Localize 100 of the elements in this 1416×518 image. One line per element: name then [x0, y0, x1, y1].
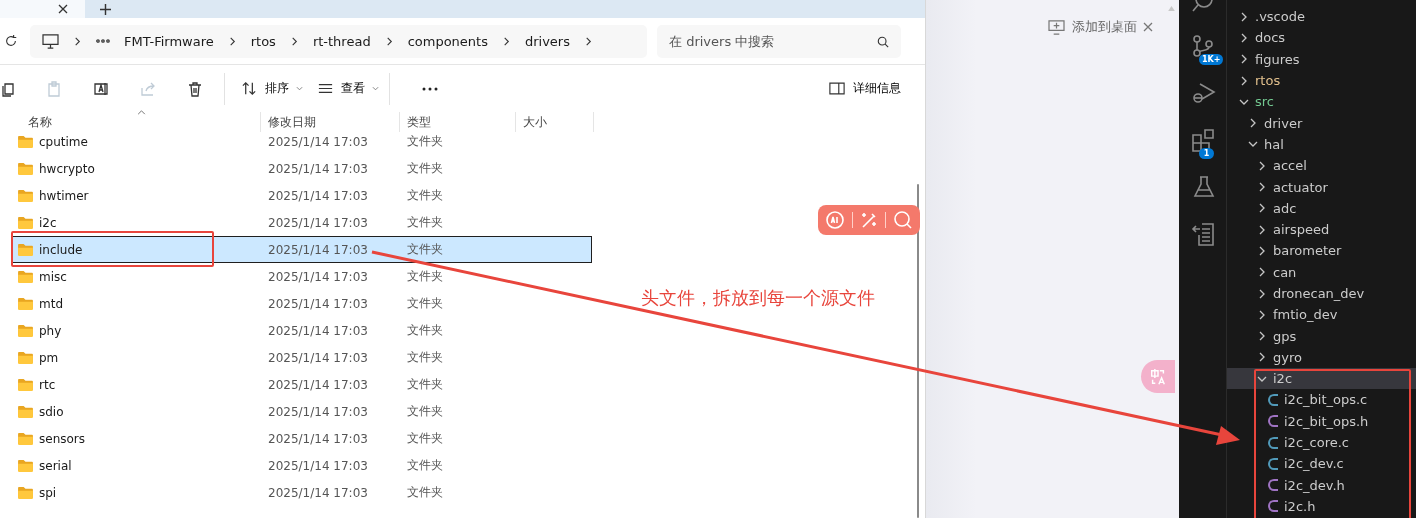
column-header[interactable]: 大小: [516, 112, 594, 132]
file-row[interactable]: pm 2025/1/14 17:03 文件夹: [12, 344, 592, 371]
file-row[interactable]: phy 2025/1/14 17:03 文件夹: [12, 317, 592, 344]
date-cell-text: 2025/1/14 17:03: [267, 242, 369, 257]
monitor-icon[interactable]: [42, 33, 59, 49]
tree-item[interactable]: fmtio_dev: [1227, 304, 1416, 326]
more-icon[interactable]: [96, 39, 110, 43]
file-name: include: [39, 242, 83, 257]
tree-item[interactable]: actuator: [1227, 176, 1416, 198]
chevron-right-icon[interactable]: [1257, 267, 1267, 278]
file-row[interactable]: sensors 2025/1/14 17:03 文件夹: [12, 425, 592, 452]
breadcrumb-item[interactable]: FMT-Firmware: [124, 33, 214, 49]
tree-item[interactable]: gyro: [1227, 346, 1416, 369]
tree-item[interactable]: i2c: [1227, 368, 1416, 390]
source-control-activity-button[interactable]: 1K+: [1179, 22, 1226, 69]
column-header[interactable]: 名称: [12, 112, 261, 132]
breadcrumb-item[interactable]: rt-thread: [312, 33, 371, 49]
chevron-right-icon[interactable]: [1257, 352, 1267, 363]
file-row[interactable]: i2c 2025/1/14 17:03 文件夹: [12, 209, 592, 236]
file-name: phy: [39, 323, 62, 338]
chevron-right-icon[interactable]: [289, 36, 299, 46]
sort-button[interactable]: 排序: [237, 71, 313, 106]
tree-item[interactable]: i2c_dev.c: [1227, 453, 1416, 475]
chevron-right-icon[interactable]: [1257, 182, 1267, 192]
tree-item[interactable]: hal: [1227, 133, 1416, 156]
tree-item[interactable]: figures: [1227, 48, 1416, 70]
chevron-right-icon[interactable]: [501, 36, 511, 46]
breadcrumb-item[interactable]: rtos: [250, 33, 276, 49]
file-row[interactable]: rtc 2025/1/14 17:03 文件夹: [12, 371, 592, 398]
date-cell-text: 2025/1/14 17:03: [267, 134, 369, 149]
tree-item[interactable]: driver: [1227, 112, 1416, 134]
details-button[interactable]: 详细信息: [825, 71, 911, 106]
tree-item[interactable]: gps: [1227, 325, 1416, 347]
plus-icon[interactable]: [100, 3, 111, 15]
tree-item[interactable]: docs: [1227, 27, 1416, 49]
chevron-right-icon[interactable]: [1257, 245, 1267, 256]
chevron-right-icon[interactable]: [1239, 32, 1249, 43]
file-row[interactable]: serial 2025/1/14 17:03 文件夹: [12, 452, 592, 479]
file-row[interactable]: include 2025/1/14 17:03 文件夹: [12, 236, 592, 263]
refresh-icon[interactable]: [4, 34, 18, 48]
file-row[interactable]: hwcrypto 2025/1/14 17:03 文件夹: [12, 155, 592, 182]
chevron-right-icon[interactable]: [1239, 54, 1249, 65]
chat-bubble-icon[interactable]: [825, 210, 846, 230]
chevron-right-icon[interactable]: [1257, 288, 1267, 299]
file-row[interactable]: misc 2025/1/14 17:03 文件夹: [12, 263, 592, 290]
file-row[interactable]: sdio 2025/1/14 17:03 文件夹: [12, 398, 592, 425]
folder-icon: [17, 486, 34, 499]
type-cell-text: 文件夹: [406, 484, 444, 501]
type-cell-text: 文件夹: [406, 268, 444, 285]
column-header[interactable]: 类型: [400, 112, 516, 132]
tree-item[interactable]: i2c_bit_ops.c: [1227, 389, 1416, 411]
tree-item[interactable]: src: [1227, 91, 1416, 113]
tree-item[interactable]: i2c_dev.h: [1227, 474, 1416, 496]
tree-item[interactable]: barometer: [1227, 240, 1416, 262]
caret-icon: [372, 86, 379, 91]
chevron-right-icon[interactable]: [1257, 203, 1267, 214]
tree-item[interactable]: .vscode: [1227, 6, 1416, 28]
view-button[interactable]: 查看: [313, 71, 389, 106]
search-field[interactable]: 在 drivers 中搜索: [657, 24, 901, 58]
extensions-activity-button[interactable]: 1: [1179, 116, 1226, 163]
column-header[interactable]: 修改日期: [261, 112, 400, 132]
chevron-right-icon[interactable]: [1239, 75, 1249, 86]
chevron-right-icon[interactable]: [1257, 160, 1267, 171]
file-name: hwcrypto: [39, 161, 95, 176]
breadcrumb-item[interactable]: drivers: [524, 33, 570, 49]
scrollbar[interactable]: [917, 184, 919, 518]
folder-icon: [17, 378, 34, 391]
chevron-right-icon[interactable]: [1257, 309, 1267, 320]
chevron-right-icon[interactable]: [1257, 224, 1267, 235]
chevron-right-icon[interactable]: [1257, 331, 1267, 342]
tree-item-label: i2c_dev.c: [1284, 456, 1344, 472]
tree-item[interactable]: adc: [1227, 197, 1416, 219]
close-icon[interactable]: [58, 4, 68, 14]
date-cell-text: 2025/1/14 17:03: [267, 161, 369, 176]
add-to-desktop-button[interactable]: 添加到桌面: [1048, 18, 1137, 36]
search-icon[interactable]: [877, 35, 889, 48]
file-row[interactable]: spi 2025/1/14 17:03 文件夹: [12, 479, 592, 506]
date-cell-text: 2025/1/14 17:03: [267, 431, 369, 446]
type-cell-text: 文件夹: [406, 241, 444, 258]
file-name: hwtimer: [39, 188, 89, 203]
chevron-right-icon[interactable]: [1248, 118, 1258, 129]
tree-item[interactable]: i2c_core.c: [1227, 431, 1416, 454]
chevron-right-icon[interactable]: [384, 36, 394, 46]
file-row[interactable]: mtd 2025/1/14 17:03 文件夹: [12, 290, 592, 317]
chevron-right-icon[interactable]: [73, 36, 82, 46]
tree-item[interactable]: accel: [1227, 155, 1416, 177]
tree-item[interactable]: can: [1227, 261, 1416, 283]
type-cell-text: 文件夹: [406, 214, 444, 231]
address-bar[interactable]: FMT-Firmware rtos rt-thread components drivers: [30, 24, 647, 58]
breadcrumb-item[interactable]: components: [407, 33, 488, 49]
tree-item[interactable]: dronecan_dev: [1227, 282, 1416, 305]
tree-item[interactable]: rtos: [1227, 69, 1416, 92]
chevron-right-icon[interactable]: [1239, 11, 1249, 22]
tree-item[interactable]: airspeed: [1227, 218, 1416, 241]
file-row[interactable]: hwtimer 2025/1/14 17:03 文件夹: [12, 182, 592, 209]
tree-item[interactable]: i2c.h: [1227, 495, 1416, 518]
date-cell-text: 2025/1/14 17:03: [267, 188, 369, 203]
chevron-right-icon[interactable]: [584, 36, 593, 46]
chevron-right-icon[interactable]: [227, 36, 237, 46]
tree-item[interactable]: i2c_bit_ops.h: [1227, 410, 1416, 432]
